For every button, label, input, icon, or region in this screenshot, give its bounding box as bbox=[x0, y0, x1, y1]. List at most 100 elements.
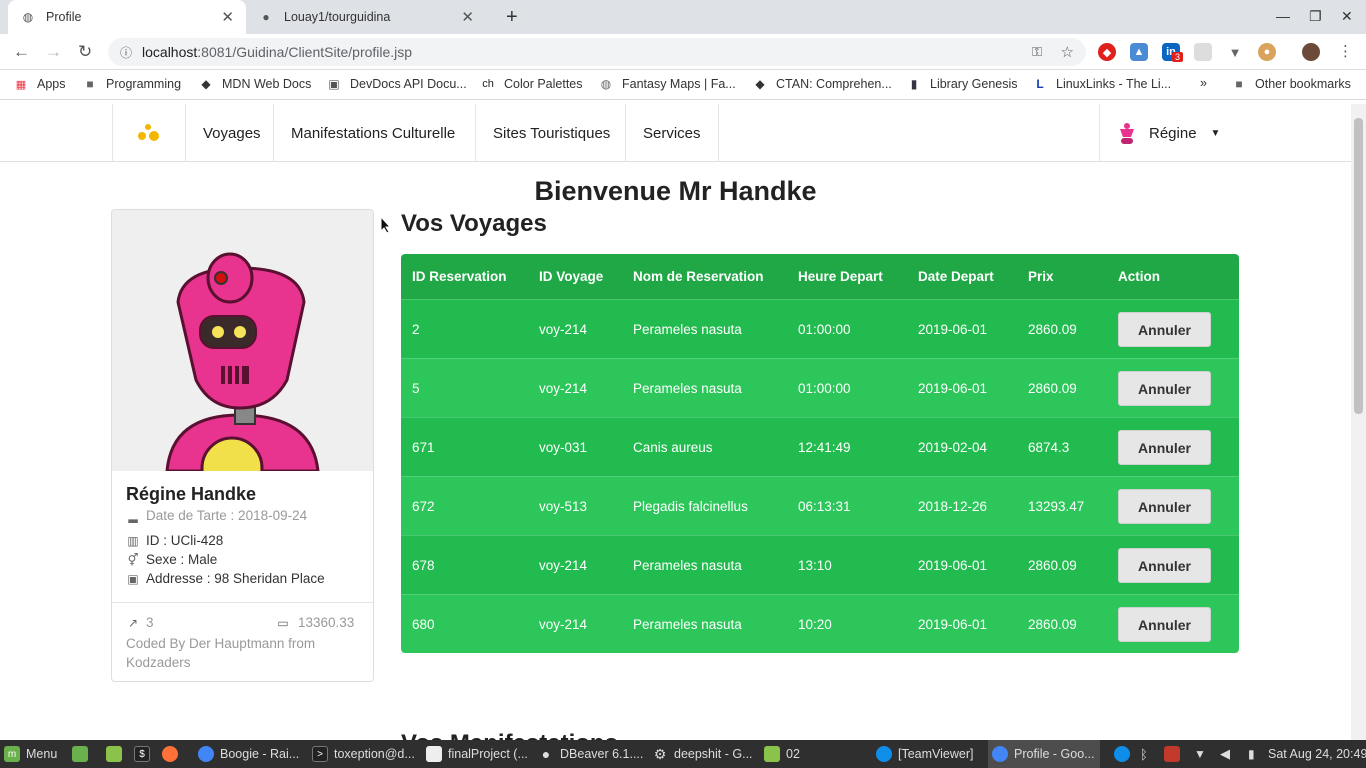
annuler-button[interactable]: Annuler bbox=[1118, 430, 1211, 465]
annuler-button[interactable]: Annuler bbox=[1118, 371, 1211, 406]
bookmark-ctan[interactable]: ◆ CTAN: Comprehen... bbox=[752, 76, 891, 92]
tab-github[interactable]: ● Louay1/tourguidina ✕ bbox=[246, 0, 486, 34]
taskbar-item[interactable]: > toxeption@d... bbox=[312, 740, 420, 768]
avatar[interactable] bbox=[1302, 43, 1320, 61]
site-logo[interactable] bbox=[112, 104, 185, 162]
table-row: 671 voy-031 Canis aureus 12:41:49 2019-0… bbox=[401, 417, 1239, 476]
profile-card: Régine Handke ▂ Date de Tarte : 2018-09-2… bbox=[111, 209, 374, 682]
user-menu[interactable]: Régine ▼ bbox=[1099, 104, 1238, 162]
column-header: Nom de Reservation bbox=[633, 269, 764, 284]
ublock-icon[interactable]: ◆ bbox=[1098, 43, 1116, 61]
scrollbar-thumb[interactable] bbox=[1354, 118, 1363, 414]
taskbar-item[interactable]: finalProject (... bbox=[426, 740, 532, 768]
cell-date: 2019-06-01 bbox=[918, 321, 988, 337]
page-icon: ◍ bbox=[22, 10, 34, 24]
cake-icon: ▂ bbox=[128, 508, 138, 523]
cell-id-reservation: 680 bbox=[412, 616, 435, 632]
notification-badge: 3 bbox=[1172, 52, 1184, 62]
bookmark-fantasy-maps[interactable]: ◍ Fantasy Maps | Fa... bbox=[598, 76, 736, 92]
tab-profile[interactable]: ◍ Profile ✕ bbox=[8, 0, 246, 34]
taskbar-item[interactable]: ● DBeaver 6.1.... bbox=[538, 740, 646, 768]
folder-icon bbox=[106, 746, 122, 762]
nav-manifestations[interactable]: Manifestations Culturelle bbox=[273, 104, 472, 162]
terminal-launcher[interactable]: $ bbox=[134, 740, 156, 768]
forward-icon[interactable]: → bbox=[45, 42, 62, 62]
cell-id-reservation: 2 bbox=[412, 321, 420, 337]
reload-icon[interactable]: ↻ bbox=[78, 42, 92, 62]
bookmark-mdn[interactable]: ◆ MDN Web Docs bbox=[198, 76, 311, 92]
address-book-icon: ▣ bbox=[127, 571, 139, 586]
menu-icon[interactable]: ⋮ bbox=[1338, 42, 1353, 60]
bookmark-devdocs[interactable]: ▣ DevDocs API Docu... bbox=[326, 76, 466, 92]
ctan-icon: ◆ bbox=[755, 77, 765, 91]
back-icon[interactable]: ← bbox=[13, 42, 30, 62]
libgen-icon: ▮ bbox=[910, 77, 918, 91]
bluetooth-icon[interactable]: ᛒ bbox=[1140, 740, 1148, 768]
maximize-icon[interactable]: ❐ bbox=[1309, 8, 1322, 25]
close-window-icon[interactable]: ✕ bbox=[1341, 8, 1353, 25]
new-tab-button[interactable]: + bbox=[494, 0, 524, 34]
key-icon[interactable]: ⚿ bbox=[1032, 44, 1042, 60]
teamviewer-icon bbox=[1114, 746, 1130, 762]
cell-heure: 06:13:31 bbox=[798, 498, 851, 514]
start-menu-button[interactable]: m Menu bbox=[4, 740, 57, 768]
more-bookmarks-button[interactable]: » bbox=[1200, 76, 1207, 90]
taskbar-item[interactable]: 02 bbox=[764, 740, 864, 768]
minimize-icon[interactable]: ― bbox=[1276, 8, 1290, 24]
network-icon[interactable]: ▼ bbox=[1194, 740, 1206, 768]
extension-icon[interactable]: ▲ bbox=[1130, 43, 1148, 61]
footer-credit: Coded By Der Hauptmann from Kodzaders bbox=[126, 634, 362, 672]
volume-icon[interactable]: ◀ bbox=[1220, 740, 1230, 768]
bookmark-programming[interactable]: ■ Programming bbox=[82, 76, 181, 92]
url-path: :8081/Guidina/ClientSite/profile.jsp bbox=[197, 44, 413, 60]
vpn-icon[interactable]: ▼ bbox=[1226, 43, 1244, 61]
other-bookmarks[interactable]: ■ Other bookmarks bbox=[1231, 76, 1351, 92]
page-title: Bienvenue Mr Handke bbox=[534, 176, 817, 206]
section-title-voyages: Vos Voyages bbox=[401, 210, 547, 237]
terminal-icon: > bbox=[312, 746, 328, 762]
nav-sites-touristiques[interactable]: Sites Touristiques bbox=[475, 104, 627, 162]
address-bar[interactable]: ⓘ localhost:8081/Guidina/ClientSite/prof… bbox=[108, 38, 1086, 66]
extension-icon[interactable] bbox=[1194, 43, 1212, 61]
annuler-button[interactable]: Annuler bbox=[1118, 548, 1211, 583]
files-launcher[interactable] bbox=[106, 740, 128, 768]
nav-voyages[interactable]: Voyages bbox=[185, 104, 278, 162]
system-clock[interactable]: Sat Aug 24, 20:49 bbox=[1268, 740, 1366, 768]
desktop-icon bbox=[72, 746, 88, 762]
teamviewer-tray-icon[interactable] bbox=[1114, 740, 1136, 768]
cell-id-reservation: 672 bbox=[412, 498, 435, 514]
annuler-button[interactable]: Annuler bbox=[1118, 607, 1211, 642]
page-scrollbar[interactable] bbox=[1351, 104, 1366, 740]
cell-date: 2019-06-01 bbox=[918, 616, 988, 632]
firefox-launcher[interactable] bbox=[162, 740, 184, 768]
info-icon[interactable]: ⓘ bbox=[120, 44, 132, 61]
nav-services[interactable]: Services bbox=[625, 104, 719, 162]
annuler-button[interactable]: Annuler bbox=[1118, 489, 1211, 524]
table-row: 672 voy-513 Plegadis falcinellus 06:13:3… bbox=[401, 476, 1239, 535]
taskbar-item[interactable]: Boogie - Rai... bbox=[198, 740, 304, 768]
url-host: localhost bbox=[142, 44, 198, 60]
bookmark-libgen[interactable]: ▮ Library Genesis bbox=[906, 76, 1018, 92]
browser-tab-strip: ◍ Profile ✕ ● Louay1/tourguidina ✕ + ― ❐… bbox=[0, 0, 1366, 34]
mdn-icon: ◆ bbox=[201, 77, 211, 91]
folder-icon: ■ bbox=[86, 77, 94, 91]
taskbar-item[interactable]: ⚙ deepshit - G... bbox=[652, 740, 756, 768]
clipboard-icon[interactable]: ▮ bbox=[1248, 740, 1255, 768]
barcode-icon: ▥ bbox=[127, 533, 139, 548]
bookmark-color-palettes[interactable]: ch Color Palettes bbox=[480, 76, 582, 92]
taskbar-item[interactable]: [TeamViewer] bbox=[876, 740, 986, 768]
cell-nom: Perameles nasuta bbox=[633, 321, 742, 337]
bookmark-apps[interactable]: ▦ Apps bbox=[13, 76, 66, 92]
close-tab-icon[interactable]: ✕ bbox=[221, 8, 234, 26]
taskbar-item-active[interactable]: Profile - Goo... bbox=[988, 740, 1100, 768]
star-icon[interactable]: ☆ bbox=[1061, 43, 1074, 61]
show-desktop-icon[interactable] bbox=[72, 740, 94, 768]
column-header: Action bbox=[1118, 269, 1160, 284]
table-row: 2 voy-214 Perameles nasuta 01:00:00 2019… bbox=[401, 299, 1239, 358]
close-tab-icon[interactable]: ✕ bbox=[461, 8, 474, 26]
annuler-button[interactable]: Annuler bbox=[1118, 312, 1211, 347]
cookie-icon[interactable]: ● bbox=[1258, 43, 1276, 61]
cell-prix: 2860.09 bbox=[1028, 557, 1077, 573]
shield-icon[interactable] bbox=[1164, 740, 1186, 768]
bookmark-linuxlinks[interactable]: L LinuxLinks - The Li... bbox=[1032, 76, 1171, 92]
